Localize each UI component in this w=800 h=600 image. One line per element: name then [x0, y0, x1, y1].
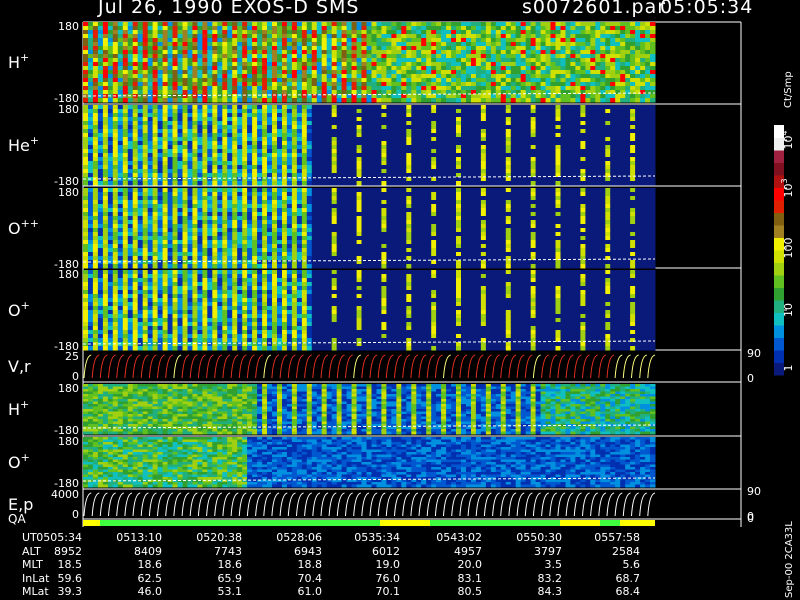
table-cell: 83.1 [457, 571, 483, 585]
colorbar-tick: 104 [780, 130, 795, 149]
right-tick: 0 [747, 512, 754, 525]
line-panel-4 [83, 354, 656, 379]
table-cell: 65.9 [217, 571, 243, 585]
colorbar-tick: 1 [782, 365, 795, 372]
table-cell: 20.0 [457, 558, 483, 571]
y-tick-top: 180 [58, 186, 79, 199]
table-cell: 5.6 [622, 558, 641, 571]
table-row: UT 0505:34 0513:10 0520:38 0528:06 0535:34 054… [0, 531, 800, 545]
table-cell: 53.1 [217, 585, 243, 598]
heatmap-panel-2 [82, 188, 656, 269]
right-tick: 90 [747, 485, 761, 498]
panel-label: O+ [8, 451, 30, 472]
y-tick-top: 4000 [51, 488, 79, 501]
panel-label-superscript: + [20, 51, 29, 64]
table-cell: 80.5 [457, 585, 483, 598]
table-cell: 3.5 [544, 558, 563, 571]
panel-label-superscript: + [30, 134, 39, 147]
table-cell: 68.4 [615, 585, 641, 598]
table-cell: 70.1 [375, 585, 401, 598]
panel-label-superscript: + [21, 299, 30, 312]
table-cell: 68.7 [615, 571, 641, 585]
table-row: MLat 39.3 46.0 53.1 61.0 70.1 80.5 84.3 68.4 [0, 585, 800, 599]
panel-label: O+ [8, 299, 30, 320]
table-row: ALT 8952 8409 7743 6943 6012 4957 3797 2584 [0, 545, 800, 559]
y-tick-top: 180 [58, 268, 79, 281]
table-cell: 62.5 [137, 571, 163, 585]
panel-label: H+ [8, 398, 29, 419]
y-tick-top: 180 [58, 382, 79, 395]
line-panel-7 [83, 492, 656, 517]
table-cell: 0535:34 [354, 531, 400, 544]
right-tick: 90 [747, 347, 761, 360]
table-cell: 18.6 [217, 558, 243, 571]
panel-label: V,r [8, 357, 31, 376]
table-cell: 7743 [214, 544, 242, 558]
table-cell: 0520:38 [196, 531, 242, 544]
panel-label: H+ [8, 51, 29, 72]
table-cell: 84.3 [537, 585, 563, 598]
table-cell: 8409 [134, 544, 162, 558]
table-cell: 4957 [454, 544, 482, 558]
table-cell: 2584 [612, 544, 640, 558]
colorbar-label: Ct/Smp [783, 71, 794, 108]
table-cell: 0557:58 [594, 531, 640, 544]
table-cell: 19.0 [375, 558, 401, 571]
table-cell: 59.6 [57, 571, 83, 585]
y-tick-top: 180 [58, 435, 79, 448]
table-cell: 0550:30 [516, 531, 562, 544]
heatmap-panel-6 [82, 437, 656, 488]
table-cell: 0528:06 [276, 531, 322, 544]
table-cell: 70.4 [297, 571, 323, 585]
table-cell: 18.8 [297, 558, 323, 571]
table-cell: 83.2 [537, 571, 563, 585]
panel-label: He+ [8, 134, 39, 155]
colorbar: 104 103 100 10 1 [774, 125, 795, 376]
table-cell: 61.0 [297, 585, 323, 598]
table-row: MLT 18.5 18.6 18.6 18.8 19.0 20.0 3.5 5.6 [0, 558, 800, 572]
table-cell: 6012 [372, 544, 400, 558]
y-tick-bottom: 0 [72, 508, 79, 521]
table-cell: 0513:10 [116, 531, 162, 544]
y-tick-top: 25 [65, 350, 79, 363]
table-cell: 6943 [294, 544, 322, 558]
panel-label-superscript: + [20, 398, 29, 411]
heatmap-panel-5 [82, 384, 656, 435]
colorbar-tick: 100 [782, 238, 795, 259]
y-tick-top: 180 [58, 20, 79, 33]
spectrogram-plot: 180-180H+180-180He+180-180O++180-180O+25… [8, 20, 795, 527]
colorbar-tick: 103 [780, 178, 795, 197]
table-cell: 0505:34 [36, 531, 82, 544]
table-cell: 76.0 [375, 571, 401, 585]
table-cell: 0543:02 [436, 531, 482, 544]
qa-bar [83, 520, 655, 526]
heatmap-panel-3 [82, 270, 656, 351]
table-cell: 18.5 [57, 558, 83, 571]
right-tick: 0 [747, 372, 754, 385]
qa-label: QA [8, 512, 26, 526]
table-cell: 8952 [54, 544, 82, 558]
heatmap-panel-0 [82, 22, 656, 103]
panel-label: O++ [8, 217, 39, 238]
y-tick-top: 180 [58, 103, 79, 116]
table-row: InLat 59.6 62.5 65.9 70.4 76.0 83.1 83.2 68.7 [0, 572, 800, 586]
heatmap-panel-1 [82, 105, 656, 186]
colorbar-tick: 10 [782, 303, 795, 317]
panel-label-superscript: ++ [21, 217, 39, 230]
table-cell: 39.3 [57, 585, 83, 598]
table-cell: 46.0 [137, 585, 163, 598]
panel-label-superscript: + [21, 451, 30, 464]
table-cell: 18.6 [137, 558, 163, 571]
table-cell: 3797 [534, 544, 562, 558]
